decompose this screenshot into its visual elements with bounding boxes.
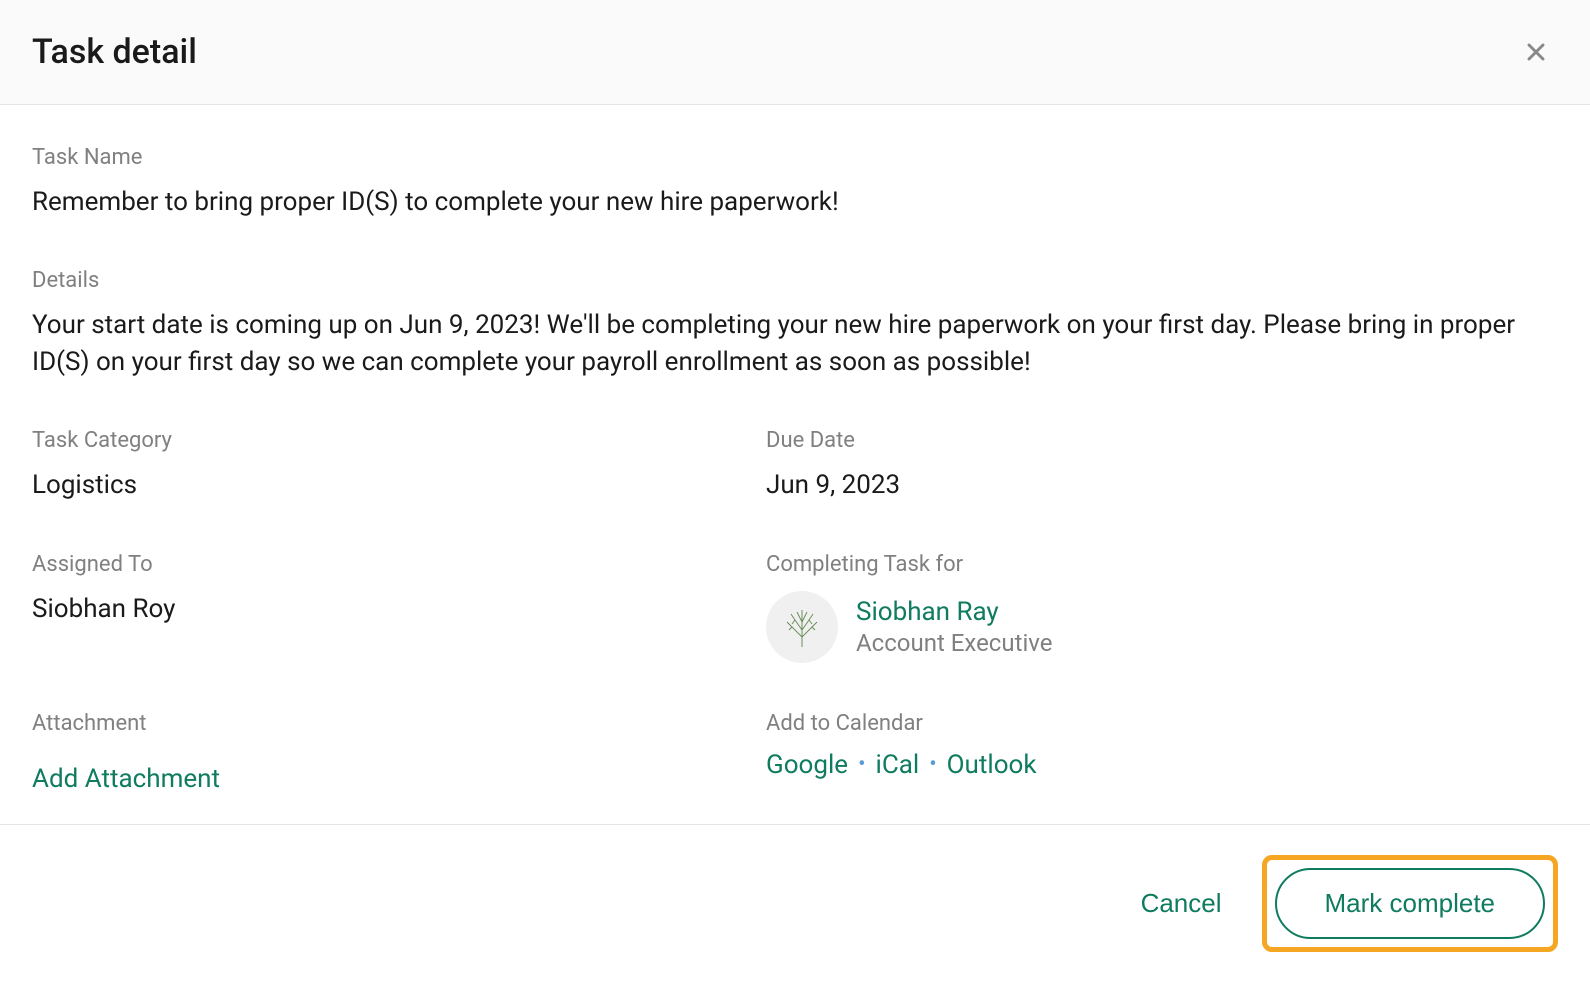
calendar-google-link[interactable]: Google [766, 750, 848, 780]
completing-for-profile: Siobhan Ray Account Executive [766, 591, 1558, 663]
close-icon [1522, 38, 1550, 66]
assigned-to-value: Siobhan Roy [32, 591, 726, 627]
calendar-links: Google • iCal • Outlook [766, 750, 1558, 780]
modal-footer: Cancel Mark complete [0, 824, 1590, 982]
plant-icon [777, 602, 827, 652]
due-date-label: Due Date [766, 428, 1558, 453]
attachment-calendar-row: Attachment Add Attachment Add to Calenda… [32, 711, 1558, 794]
category-duedate-row: Task Category Logistics Due Date Jun 9, … [32, 428, 1558, 503]
task-category-label: Task Category [32, 428, 726, 453]
assigned-completing-row: Assigned To Siobhan Roy Completing Task … [32, 552, 1558, 663]
modal-header: Task detail [0, 0, 1590, 105]
mark-complete-button[interactable]: Mark complete [1275, 868, 1546, 939]
completing-for-label: Completing Task for [766, 552, 1558, 577]
close-button[interactable] [1514, 30, 1558, 74]
dot-separator: • [929, 752, 936, 777]
page-title: Task detail [32, 32, 197, 72]
task-name-section: Task Name Remember to bring proper ID(S)… [32, 145, 1558, 220]
attachment-section: Attachment Add Attachment [32, 711, 726, 794]
profile-info: Siobhan Ray Account Executive [856, 597, 1052, 657]
calendar-outlook-link[interactable]: Outlook [947, 750, 1037, 780]
task-name-value: Remember to bring proper ID(S) to comple… [32, 184, 1558, 220]
calendar-ical-link[interactable]: iCal [876, 750, 920, 780]
details-value: Your start date is coming up on Jun 9, 2… [32, 307, 1558, 380]
due-date-section: Due Date Jun 9, 2023 [766, 428, 1558, 503]
completing-for-title: Account Executive [856, 629, 1052, 657]
attachment-label: Attachment [32, 711, 726, 736]
dot-separator: • [858, 752, 865, 777]
cancel-button[interactable]: Cancel [1141, 888, 1222, 919]
completing-for-section: Completing Task for [766, 552, 1558, 663]
task-name-label: Task Name [32, 145, 1558, 170]
details-section: Details Your start date is coming up on … [32, 268, 1558, 380]
assigned-to-label: Assigned To [32, 552, 726, 577]
completing-for-name[interactable]: Siobhan Ray [856, 597, 1052, 627]
details-label: Details [32, 268, 1558, 293]
calendar-label: Add to Calendar [766, 711, 1558, 736]
add-attachment-link[interactable]: Add Attachment [32, 764, 726, 794]
task-category-section: Task Category Logistics [32, 428, 726, 503]
assigned-to-section: Assigned To Siobhan Roy [32, 552, 726, 663]
task-category-value: Logistics [32, 467, 726, 503]
avatar [766, 591, 838, 663]
calendar-section: Add to Calendar Google • iCal • Outlook [766, 711, 1558, 794]
highlight-annotation: Mark complete [1262, 855, 1559, 952]
due-date-value: Jun 9, 2023 [766, 467, 1558, 503]
modal-content: Task Name Remember to bring proper ID(S)… [0, 105, 1590, 824]
